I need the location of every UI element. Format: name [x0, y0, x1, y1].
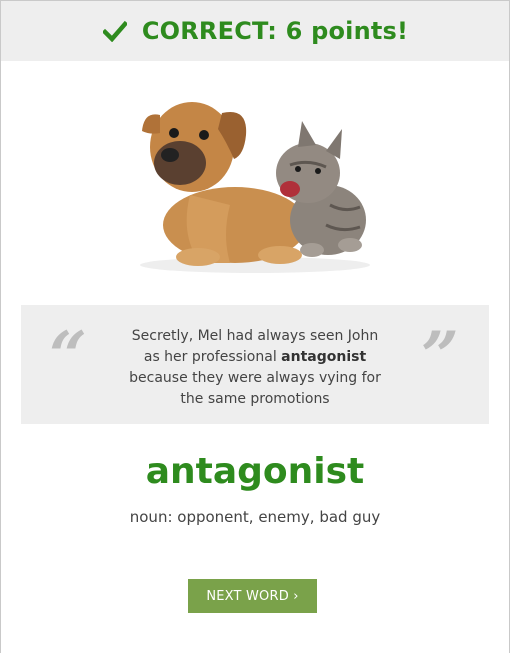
result-card: CORRECT: 6 points! “ Secretly, Mel had a… [0, 0, 510, 653]
vocabulary-word: antagonist [145, 451, 365, 492]
word-definition: noun: opponent, enemy, bad guy [129, 508, 381, 526]
example-sentence-box: “ Secretly, Mel had always seen John as … [21, 305, 489, 424]
result-text: CORRECT: 6 points! [141, 17, 409, 45]
close-quote-icon: ” [421, 317, 459, 395]
open-quote-icon: “ [49, 317, 87, 395]
next-word-button[interactable]: NEXT WORD › [188, 579, 317, 613]
sentence-after: because they were always vying for the s… [129, 370, 381, 407]
puppy-and-kitten-photo [140, 102, 370, 273]
example-sentence: Secretly, Mel had always seen John as he… [129, 326, 381, 410]
result-banner: CORRECT: 6 points! [1, 1, 509, 61]
sentence-highlight: antagonist [281, 349, 367, 365]
check-icon [102, 18, 128, 44]
